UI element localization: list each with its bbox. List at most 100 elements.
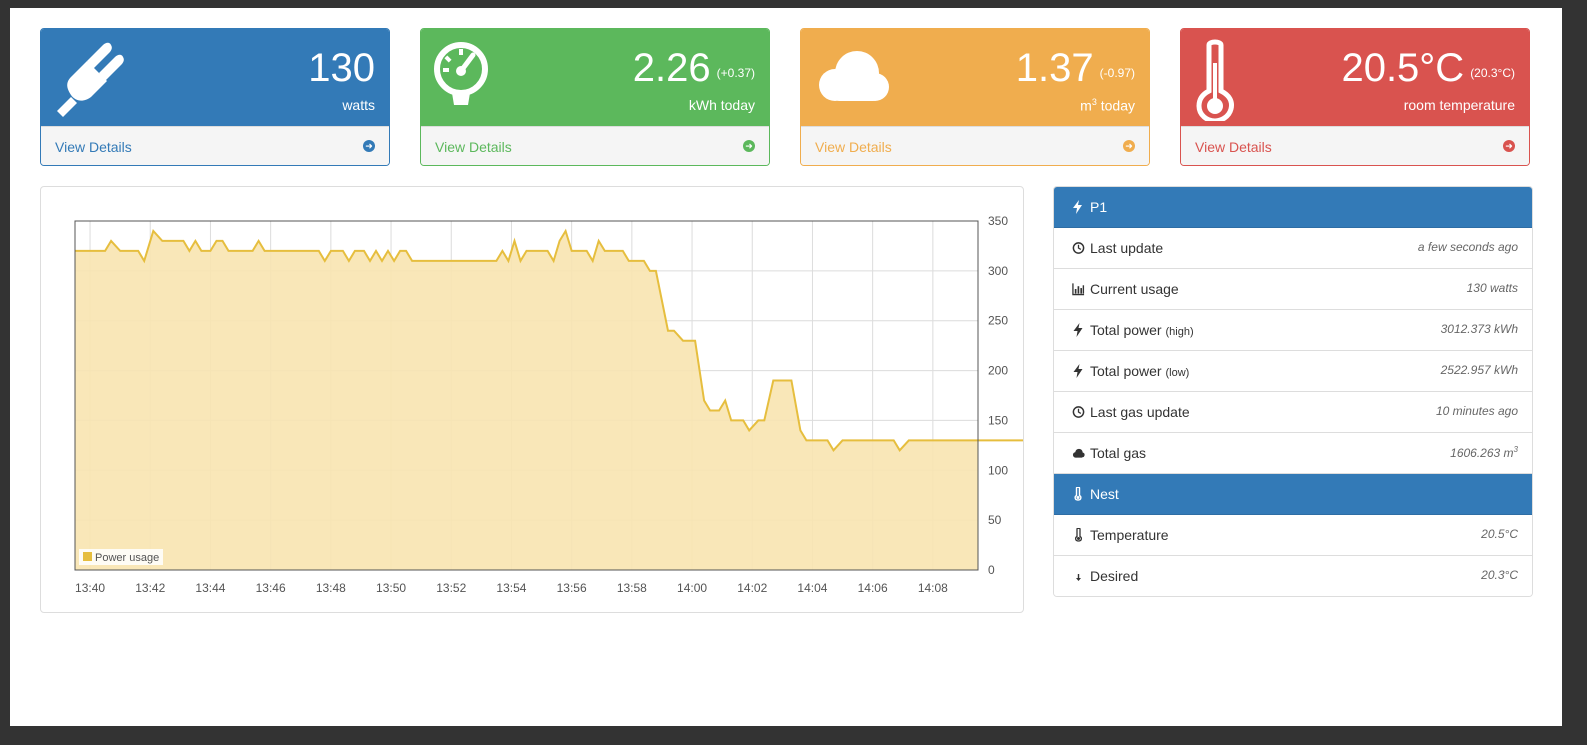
info-value: 1606.263 m3	[1450, 445, 1518, 460]
info-label-sub: (high)	[1165, 326, 1194, 338]
info-row-current-usage: Current usage 130 watts	[1054, 269, 1532, 310]
energy-value-number: 2.26	[632, 46, 711, 90]
temperature-view-details[interactable]: View Details ➜	[1181, 126, 1529, 165]
info-label: Temperature	[1090, 527, 1169, 543]
x-tick-label: 14:08	[918, 581, 948, 595]
power-view-details[interactable]: View Details ➜	[41, 126, 389, 165]
x-tick-label: 13:52	[436, 581, 466, 595]
gas-panel-heading: 1.37 (-0.97) m3 today	[801, 29, 1149, 126]
gas-unit: m3 today	[1080, 97, 1135, 114]
series-area	[75, 231, 1023, 570]
y-tick-label: 0	[988, 563, 995, 577]
temperature-panel-heading: 20.5°C (20.3°C) room temperature	[1181, 29, 1529, 126]
bolt-icon	[1073, 200, 1082, 214]
power-unit: watts	[342, 97, 375, 113]
thermometer-icon	[1075, 528, 1082, 542]
gas-panel: 1.37 (-0.97) m3 today View Details ➜	[800, 28, 1150, 166]
y-tick-label: 150	[988, 413, 1008, 427]
info-label-sub: (low)	[1165, 367, 1190, 379]
x-tick-label: 14:06	[858, 581, 888, 595]
energy-view-details[interactable]: View Details ➜	[421, 126, 769, 165]
energy-unit: kWh today	[688, 97, 755, 113]
temperature-value: 20.5°C (20.3°C)	[1341, 45, 1515, 96]
info-value: 2522.957 kWh	[1440, 363, 1518, 377]
power-panel-heading: 130 watts	[41, 29, 389, 126]
x-tick-label: 13:44	[195, 581, 225, 595]
gas-view-details-label: View Details	[815, 139, 892, 155]
gas-unit-prefix: m	[1080, 97, 1092, 114]
info-row-total-gas: Total gas 1606.263 m3	[1054, 433, 1532, 474]
y-tick-label: 250	[988, 314, 1008, 328]
energy-panel-heading: 2.26 (+0.37) kWh today	[421, 29, 769, 126]
energy-view-details-label: View Details	[435, 139, 512, 155]
arrow-circle-right-icon: ➜	[1123, 140, 1135, 152]
energy-delta: (+0.37)	[716, 66, 755, 80]
info-label: Total power (low)	[1090, 363, 1189, 379]
x-tick-label: 13:58	[617, 581, 647, 595]
power-view-details-label: View Details	[55, 139, 132, 155]
arrow-circle-right-icon: ➜	[1503, 140, 1515, 152]
bolt-icon	[1073, 364, 1083, 378]
arrow-down-icon	[1076, 574, 1081, 581]
gas-view-details[interactable]: View Details ➜	[801, 126, 1149, 165]
info-value: a few seconds ago	[1417, 240, 1518, 254]
y-tick-label: 300	[988, 264, 1008, 278]
x-tick-label: 13:42	[135, 581, 165, 595]
info-row-temperature: Temperature 20.5°C	[1054, 515, 1532, 556]
p1-title: P1	[1090, 199, 1108, 215]
x-tick-label: 13:40	[75, 581, 105, 595]
gauge-icon	[434, 42, 488, 105]
info-value: 20.5°C	[1481, 527, 1518, 541]
x-tick-label: 13:48	[316, 581, 346, 595]
nest-title: Nest	[1090, 486, 1119, 502]
gas-value-number: 1.37	[1015, 46, 1094, 90]
power-usage-chart: 0 50 100 150 200 250 300 350 13:40 13:42 13:44 13:4…	[74, 214, 1023, 595]
y-tick-label: 100	[988, 463, 1008, 477]
temperature-panel: 20.5°C (20.3°C) room temperature View Det…	[1180, 28, 1530, 166]
x-tick-label: 14:02	[737, 581, 767, 595]
info-label: Desired	[1090, 568, 1139, 584]
info-value: 3012.373 kWh	[1440, 322, 1518, 336]
cloud-icon	[819, 51, 889, 101]
gas-value: 1.37 (-0.97)	[1016, 45, 1135, 96]
info-label: Total power (high)	[1090, 322, 1194, 338]
info-label-text: Total power	[1090, 363, 1162, 379]
thermometer-icon	[1196, 39, 1234, 121]
temperature-value-number: 20.5°C	[1341, 46, 1465, 90]
info-label: Current usage	[1090, 281, 1179, 297]
y-tick-label: 200	[988, 364, 1008, 378]
y-tick-label: 350	[988, 214, 1008, 228]
clock-icon	[1072, 406, 1085, 418]
bar-chart-icon	[1072, 283, 1085, 296]
power-chart-panel: 0 50 100 150 200 250 300 350 13:40 13:42 13:44 13:4…	[40, 186, 1024, 613]
info-label: Last gas update	[1090, 404, 1190, 420]
x-tick-label: 13:46	[256, 581, 286, 595]
info-row-desired: Desired 20.3°C	[1054, 556, 1532, 596]
info-row-total-power-high: Total power (high) 3012.373 kWh	[1054, 310, 1532, 351]
temperature-view-details-label: View Details	[1195, 139, 1272, 155]
info-row-last-update: Last update a few seconds ago	[1054, 228, 1532, 269]
info-label: Last update	[1090, 240, 1164, 256]
y-tick-label: 50	[988, 513, 1002, 527]
temperature-delta: (20.3°C)	[1470, 66, 1515, 80]
temperature-unit: room temperature	[1403, 97, 1515, 113]
info-value: 10 minutes ago	[1435, 404, 1518, 418]
x-tick-label: 13:54	[496, 581, 526, 595]
info-row-last-gas-update: Last gas update 10 minutes ago	[1054, 392, 1532, 433]
info-value: 130 watts	[1466, 281, 1518, 295]
cloud-icon	[1072, 448, 1085, 458]
nest-heading: Nest	[1054, 474, 1532, 515]
thermometer-icon	[1074, 487, 1082, 501]
info-value-sup: 3	[1513, 445, 1518, 454]
power-value: 130	[308, 46, 375, 90]
x-tick-label: 13:56	[557, 581, 587, 595]
arrow-circle-right-icon: ➜	[743, 140, 755, 152]
gas-delta: (-0.97)	[1099, 66, 1135, 80]
dashboard: 130 watts View Details ➜ 2.26 (+0.37) kWh…	[10, 8, 1562, 726]
x-tick-label: 14:04	[797, 581, 827, 595]
info-row-total-power-low: Total power (low) 2522.957 kWh	[1054, 351, 1532, 392]
energy-value: 2.26 (+0.37)	[633, 45, 755, 96]
info-value: 20.3°C	[1481, 568, 1518, 582]
plug-icon	[57, 42, 124, 117]
power-panel: 130 watts View Details ➜	[40, 28, 390, 166]
